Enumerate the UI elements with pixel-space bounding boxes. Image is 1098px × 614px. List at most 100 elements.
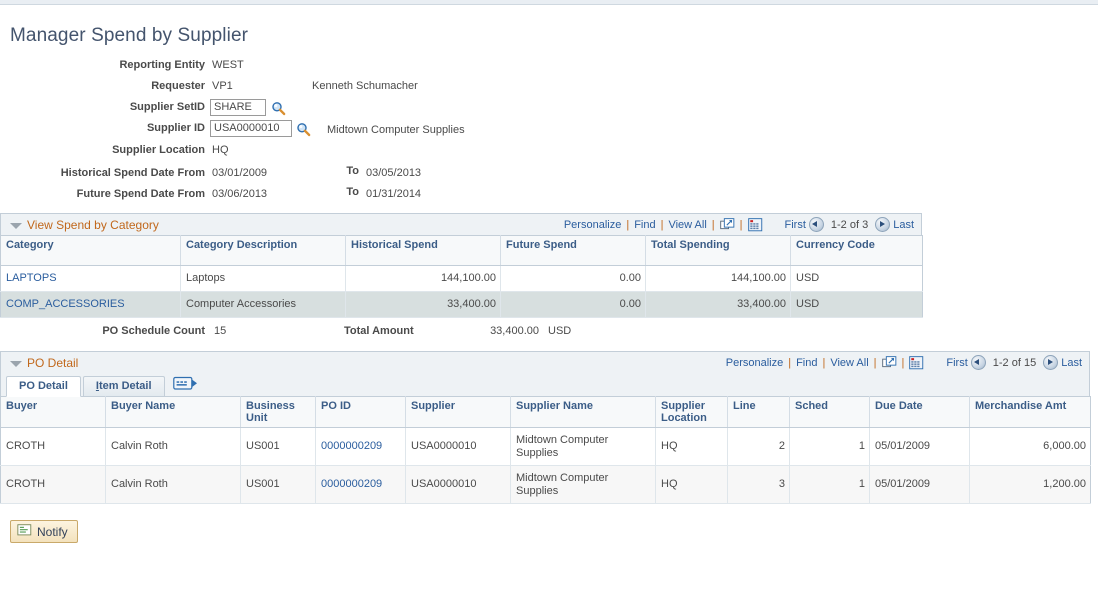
- cell-merchandise-amt: 1,200.00: [970, 466, 1091, 504]
- col-supplier-location[interactable]: Supplier Location: [656, 397, 728, 428]
- previous-arrow-icon[interactable]: [971, 355, 986, 370]
- supplier-location-value: HQ: [205, 142, 229, 156]
- supplier-id-label: Supplier ID: [0, 120, 205, 134]
- col-buyer-name[interactable]: Buyer Name: [106, 397, 241, 428]
- tab-item-detail-rest: tem Detail: [99, 380, 152, 392]
- col-supplier-name[interactable]: Supplier Name: [511, 397, 656, 428]
- po-id-link[interactable]: 0000000209: [321, 478, 382, 490]
- col-total-spending[interactable]: Total Spending: [646, 236, 791, 266]
- category-grid-caption[interactable]: View Spend by Category: [27, 218, 159, 232]
- historical-from-value: 03/01/2009: [205, 165, 337, 179]
- po-last-link[interactable]: Last: [1061, 357, 1082, 369]
- supplier-setid-lookup-icon[interactable]: [271, 101, 286, 116]
- cell-po-id: 0000000209: [316, 466, 406, 504]
- po-view-all-link[interactable]: View All: [830, 357, 868, 369]
- notify-button[interactable]: Notify: [10, 520, 78, 543]
- cell-supplier-name: Midtown Computer Supplies: [511, 428, 656, 466]
- cell-supplier-location: HQ: [656, 466, 728, 504]
- category-link[interactable]: COMP_ACCESSORIES: [6, 298, 125, 310]
- col-buyer[interactable]: Buyer: [1, 397, 106, 428]
- notify-button-label: Notify: [37, 525, 68, 539]
- total-amount-currency: USD: [539, 324, 571, 339]
- po-detail-table: Buyer Buyer Name Business Unit PO ID Sup…: [0, 396, 1091, 504]
- col-supplier[interactable]: Supplier: [406, 397, 511, 428]
- future-to-value: 01/31/2014: [359, 186, 421, 200]
- supplier-id-lookup-icon[interactable]: [296, 122, 311, 137]
- cell-due-date: 05/01/2009: [870, 428, 970, 466]
- table-row: CROTH Calvin Roth US001 0000000209 USA00…: [1, 466, 1091, 504]
- category-view-all-link[interactable]: View All: [668, 219, 706, 231]
- category-table-header-row: Category Category Description Historical…: [1, 236, 923, 266]
- cell-currency-code: USD: [791, 266, 923, 292]
- col-future-spend[interactable]: Future Spend: [501, 236, 646, 266]
- download-grid-icon[interactable]: [748, 218, 763, 232]
- historical-to-value: 03/05/2013: [359, 165, 421, 179]
- supplier-id-input-wrap: USA0000010 Midtown Computer Supplies: [205, 120, 465, 137]
- col-historical-spend[interactable]: Historical Spend: [346, 236, 501, 266]
- header-form: Reporting Entity WEST Requester VP1 Kenn…: [0, 57, 1098, 203]
- cell-business-unit: US001: [241, 428, 316, 466]
- tab-po-detail[interactable]: PO Detail: [6, 376, 81, 397]
- col-currency-code[interactable]: Currency Code: [791, 236, 923, 266]
- tab-item-detail[interactable]: Item Detail: [83, 376, 165, 396]
- po-detail-pager: First 1-2 of 15 Last: [946, 355, 1082, 370]
- col-due-date[interactable]: Due Date: [870, 397, 970, 428]
- po-detail-toolbar: Personalize | Find | View All | |: [726, 355, 1089, 370]
- col-po-id[interactable]: PO ID: [316, 397, 406, 428]
- table-row: COMP_ACCESSORIES Computer Accessories 33…: [1, 292, 923, 318]
- new-window-icon[interactable]: [882, 356, 897, 370]
- toolbar-separator: |: [740, 219, 743, 231]
- category-last-link[interactable]: Last: [893, 219, 914, 231]
- toolbar-separator: |: [874, 357, 877, 369]
- cell-sched: 1: [790, 466, 870, 504]
- category-personalize-link[interactable]: Personalize: [564, 219, 621, 231]
- previous-arrow-icon[interactable]: [809, 217, 824, 232]
- po-detail-header-row: Buyer Buyer Name Business Unit PO ID Sup…: [1, 397, 1091, 428]
- supplier-setid-input[interactable]: SHARE: [210, 99, 266, 116]
- next-arrow-icon[interactable]: [875, 217, 890, 232]
- supplier-setid-label: Supplier SetID: [0, 99, 205, 113]
- category-first-link[interactable]: First: [785, 219, 806, 231]
- col-category[interactable]: Category: [1, 236, 181, 266]
- cell-future-spend: 0.00: [501, 266, 646, 292]
- col-merchandise-amt[interactable]: Merchandise Amt: [970, 397, 1091, 428]
- po-find-link[interactable]: Find: [796, 357, 817, 369]
- collapse-triangle-icon[interactable]: [9, 356, 23, 370]
- cell-historical-spend: 144,100.00: [346, 266, 501, 292]
- requester-name: Kenneth Schumacher: [312, 78, 418, 92]
- field-historical-spend-dates: Historical Spend Date From 03/01/2009 To…: [0, 165, 1098, 182]
- po-id-link[interactable]: 0000000209: [321, 440, 382, 452]
- download-grid-icon[interactable]: [909, 356, 924, 370]
- collapse-triangle-icon[interactable]: [9, 218, 23, 232]
- cell-business-unit: US001: [241, 466, 316, 504]
- po-first-link[interactable]: First: [946, 357, 967, 369]
- col-sched[interactable]: Sched: [790, 397, 870, 428]
- requester-value: VP1: [205, 78, 312, 92]
- category-find-link[interactable]: Find: [634, 219, 655, 231]
- po-detail-caption[interactable]: PO Detail: [27, 356, 78, 370]
- cell-line: 3: [728, 466, 790, 504]
- supplier-id-input[interactable]: USA0000010: [210, 120, 292, 137]
- category-row-range: 1-2 of 3: [831, 219, 868, 231]
- show-next-tab-icon[interactable]: [173, 376, 199, 394]
- field-supplier-id: Supplier ID USA0000010 Midtown Computer …: [0, 120, 1098, 137]
- field-supplier-location: Supplier Location HQ: [0, 142, 1098, 159]
- cell-supplier: USA0000010: [406, 428, 511, 466]
- col-business-unit[interactable]: Business Unit: [241, 397, 316, 428]
- next-arrow-icon[interactable]: [1043, 355, 1058, 370]
- po-personalize-link[interactable]: Personalize: [726, 357, 783, 369]
- historical-from-label: Historical Spend Date From: [0, 165, 205, 179]
- cell-due-date: 05/01/2009: [870, 466, 970, 504]
- col-line[interactable]: Line: [728, 397, 790, 428]
- cell-future-spend: 0.00: [501, 292, 646, 318]
- col-category-description[interactable]: Category Description: [181, 236, 346, 266]
- cell-total-spending: 144,100.00: [646, 266, 791, 292]
- toolbar-separator: |: [822, 357, 825, 369]
- category-grid-toolbar: Personalize | Find | View All | |: [564, 217, 921, 232]
- po-detail-header: PO Detail Personalize | Find | View All …: [0, 351, 1090, 373]
- po-schedule-count-value: 15: [205, 324, 344, 339]
- category-link[interactable]: LAPTOPS: [6, 272, 57, 284]
- new-window-icon[interactable]: [720, 218, 735, 232]
- toolbar-separator: |: [902, 357, 905, 369]
- cell-sched: 1: [790, 428, 870, 466]
